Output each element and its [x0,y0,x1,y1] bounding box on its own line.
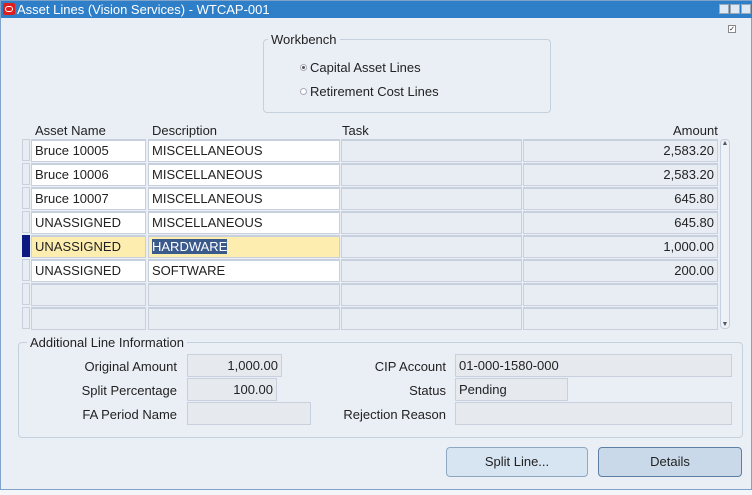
cell-asset-name[interactable]: UNASSIGNED [31,235,146,258]
asset-name-text: Bruce 10006 [35,167,109,182]
table-scrollbar[interactable]: ▲ ▼ [720,139,730,329]
asset-name-text: Bruce 10007 [35,191,109,206]
minimize-icon[interactable] [719,4,729,14]
cell-description[interactable]: MISCELLANEOUS [148,211,340,234]
split-percentage-field[interactable]: 100.00 [187,378,277,401]
description-text: MISCELLANEOUS [152,167,263,182]
amount-text: 200.00 [674,263,714,278]
amount-text: 645.80 [674,191,714,206]
workbench-group: Workbench Capital Asset Lines Retirement… [263,32,551,113]
asset-name-text: Bruce 10005 [35,143,109,158]
amount-text: 2,583.20 [663,167,714,182]
header-description: Description [152,123,218,138]
rejection-reason-field[interactable] [455,402,732,425]
cell-asset-name[interactable]: Bruce 10006 [31,163,146,186]
header-task: Task [342,123,369,138]
title-bar: Asset Lines (Vision Services) - WTCAP-00… [1,1,752,18]
asset-name-text: UNASSIGNED [35,263,121,278]
details-button[interactable]: Details [598,447,742,477]
cell-asset-name[interactable] [31,283,146,306]
current-record-indicator[interactable] [22,235,30,257]
cell-description[interactable]: MISCELLANEOUS [148,187,340,210]
cell-description[interactable]: SOFTWARE [148,259,340,282]
record-indicator[interactable] [22,259,30,281]
radio-capital-asset-lines[interactable]: Capital Asset Lines [300,60,421,75]
radio-icon [300,88,307,95]
cell-amount[interactable]: 1,000.00 [523,235,718,258]
record-indicator[interactable] [22,283,30,305]
record-indicator[interactable] [22,187,30,209]
amount-text: 645.80 [674,215,714,230]
cell-task[interactable] [341,259,522,282]
record-indicator[interactable] [22,211,30,233]
description-text: HARDWARE [152,239,228,254]
status-label: Status [409,383,446,398]
cell-task[interactable] [341,139,522,162]
cell-description[interactable]: HARDWARE [148,235,340,258]
record-indicator[interactable] [22,307,30,329]
radio-selected-icon [300,64,307,71]
cell-amount[interactable]: 645.80 [523,211,718,234]
maximize-icon[interactable] [730,4,740,14]
cell-amount[interactable]: 200.00 [523,259,718,282]
cell-description[interactable] [148,283,340,306]
additional-legend: Additional Line Information [27,335,187,350]
scroll-up-icon[interactable]: ▲ [721,140,729,147]
workbench-legend: Workbench [268,32,340,47]
cell-task[interactable] [341,211,522,234]
original-amount-field[interactable]: 1,000.00 [187,354,282,377]
close-icon[interactable] [741,4,751,14]
asset-lines-window: Asset Lines (Vision Services) - WTCAP-00… [0,0,752,490]
cell-task[interactable] [341,235,522,258]
window-title: Asset Lines (Vision Services) - WTCAP-00… [17,2,270,17]
cip-account-label: CIP Account [374,359,446,374]
cell-asset-name[interactable]: Bruce 10005 [31,139,146,162]
asset-name-text: UNASSIGNED [35,215,121,230]
description-text: MISCELLANEOUS [152,143,263,158]
amount-text: 1,000.00 [663,239,714,254]
split-line-button[interactable]: Split Line... [446,447,588,477]
record-indicator[interactable] [22,139,30,161]
cell-amount[interactable]: 2,583.20 [523,163,718,186]
header-asset-name: Asset Name [35,123,106,138]
split-percentage-label: Split Percentage [81,383,177,398]
description-text: SOFTWARE [152,263,226,278]
description-text: MISCELLANEOUS [152,191,263,206]
amount-text: 2,583.20 [663,143,714,158]
cell-asset-name[interactable]: UNASSIGNED [31,211,146,234]
radio-retirement-cost-lines[interactable]: Retirement Cost Lines [300,84,439,99]
scroll-down-icon[interactable]: ▼ [721,321,729,328]
cell-amount[interactable]: 645.80 [523,187,718,210]
oracle-logo-icon [3,3,15,15]
cell-description[interactable]: MISCELLANEOUS [148,139,340,162]
fa-period-label: FA Period Name [82,407,177,422]
cell-asset-name[interactable]: UNASSIGNED [31,259,146,282]
record-indicator[interactable] [22,163,30,185]
checkbox-icon[interactable]: ✓ [728,25,736,33]
cell-description[interactable] [148,307,340,330]
cell-description[interactable]: MISCELLANEOUS [148,163,340,186]
fa-period-field[interactable] [187,402,311,425]
cell-amount[interactable]: 2,583.20 [523,139,718,162]
cell-amount[interactable] [523,307,718,330]
rejection-reason-label: Rejection Reason [343,407,446,422]
description-text: MISCELLANEOUS [152,215,263,230]
cell-asset-name[interactable]: Bruce 10007 [31,187,146,210]
cell-task[interactable] [341,163,522,186]
cell-task[interactable] [341,187,522,210]
original-amount-label: Original Amount [84,359,178,374]
header-amount: Amount [673,123,718,138]
asset-name-text: UNASSIGNED [35,239,121,254]
cip-account-field[interactable]: 01-000-1580-000 [455,354,732,377]
cell-asset-name[interactable] [31,307,146,330]
status-field[interactable]: Pending [455,378,568,401]
cell-amount[interactable] [523,283,718,306]
cell-task[interactable] [341,307,522,330]
cell-task[interactable] [341,283,522,306]
